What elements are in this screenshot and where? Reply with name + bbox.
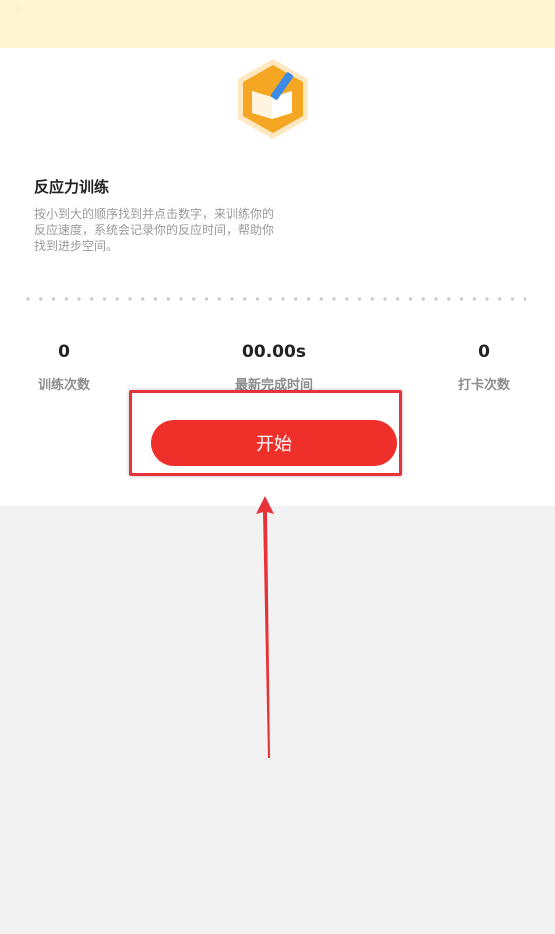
divider-dot <box>128 297 132 301</box>
chevron-left-icon[interactable]: ‹ <box>14 0 26 16</box>
stat-label: 训练次数 <box>37 378 90 393</box>
stat-value: 0 <box>58 342 70 362</box>
divider-dot <box>255 297 260 301</box>
stat-value: 00.00s <box>242 342 306 362</box>
divider-dot <box>77 297 81 301</box>
page-title: 反应力训练 <box>34 178 110 196</box>
dotted-divider <box>26 297 526 301</box>
divider-dot <box>396 297 400 301</box>
annotation-highlight-box <box>129 390 402 476</box>
divider-dot <box>434 297 438 301</box>
stat-value: 0 <box>478 342 490 362</box>
divider-dot <box>102 297 107 301</box>
divider-dot <box>217 297 221 301</box>
divider-dot <box>64 297 68 301</box>
divider-dot <box>319 297 323 301</box>
divider-dot <box>332 297 336 301</box>
divider-dot <box>306 297 311 301</box>
stat-label: 打卡次数 <box>457 378 510 393</box>
divider-dot <box>357 297 362 301</box>
divider-dot <box>243 297 247 301</box>
description-line: 找到进步空间。 <box>34 239 119 253</box>
divider-dot <box>383 297 387 301</box>
divider-dot <box>268 297 272 301</box>
divider-dot <box>90 297 94 301</box>
stat-latest-time: 00.00s 最新完成时间 <box>214 342 334 393</box>
divider-dot <box>472 297 476 301</box>
divider-dot <box>26 297 30 301</box>
divider-dot <box>153 297 158 301</box>
divider-dot <box>345 297 349 301</box>
divider-dot <box>498 297 502 301</box>
divider-dot <box>510 297 515 301</box>
divider-dot <box>294 297 298 301</box>
divider-dot <box>230 297 234 301</box>
stat-training-count: 0 训练次数 <box>24 342 104 393</box>
annotation-arrow-icon <box>256 496 274 758</box>
divider-dot <box>459 297 464 301</box>
divider-dot <box>39 297 43 301</box>
divider-dot <box>51 297 56 301</box>
divider-dot <box>179 297 183 301</box>
divider-dot <box>370 297 374 301</box>
divider-dot <box>141 297 145 301</box>
divider-dot <box>485 297 489 301</box>
description: 按小到大的顺序找到并点击数字，来训练你的 反应速度，系统会记录你的反应时间，帮助… <box>34 206 314 254</box>
divider-dot <box>166 297 170 301</box>
description-line: 按小到大的顺序找到并点击数字，来训练你的 <box>34 207 275 221</box>
book-pencil-hexagon-icon <box>238 59 308 139</box>
divider-dot <box>281 297 285 301</box>
divider-dot <box>408 297 413 301</box>
divider-dot <box>421 297 425 301</box>
top-bar: ‹ <box>0 0 555 48</box>
divider-dot <box>523 297 526 301</box>
divider-dot <box>447 297 451 301</box>
stat-checkin-count: 0 打卡次数 <box>444 342 524 393</box>
description-line: 反应速度，系统会记录你的反应时间，帮助你 <box>34 223 275 237</box>
divider-dot <box>192 297 196 301</box>
divider-dot <box>204 297 209 301</box>
divider-dot <box>115 297 119 301</box>
